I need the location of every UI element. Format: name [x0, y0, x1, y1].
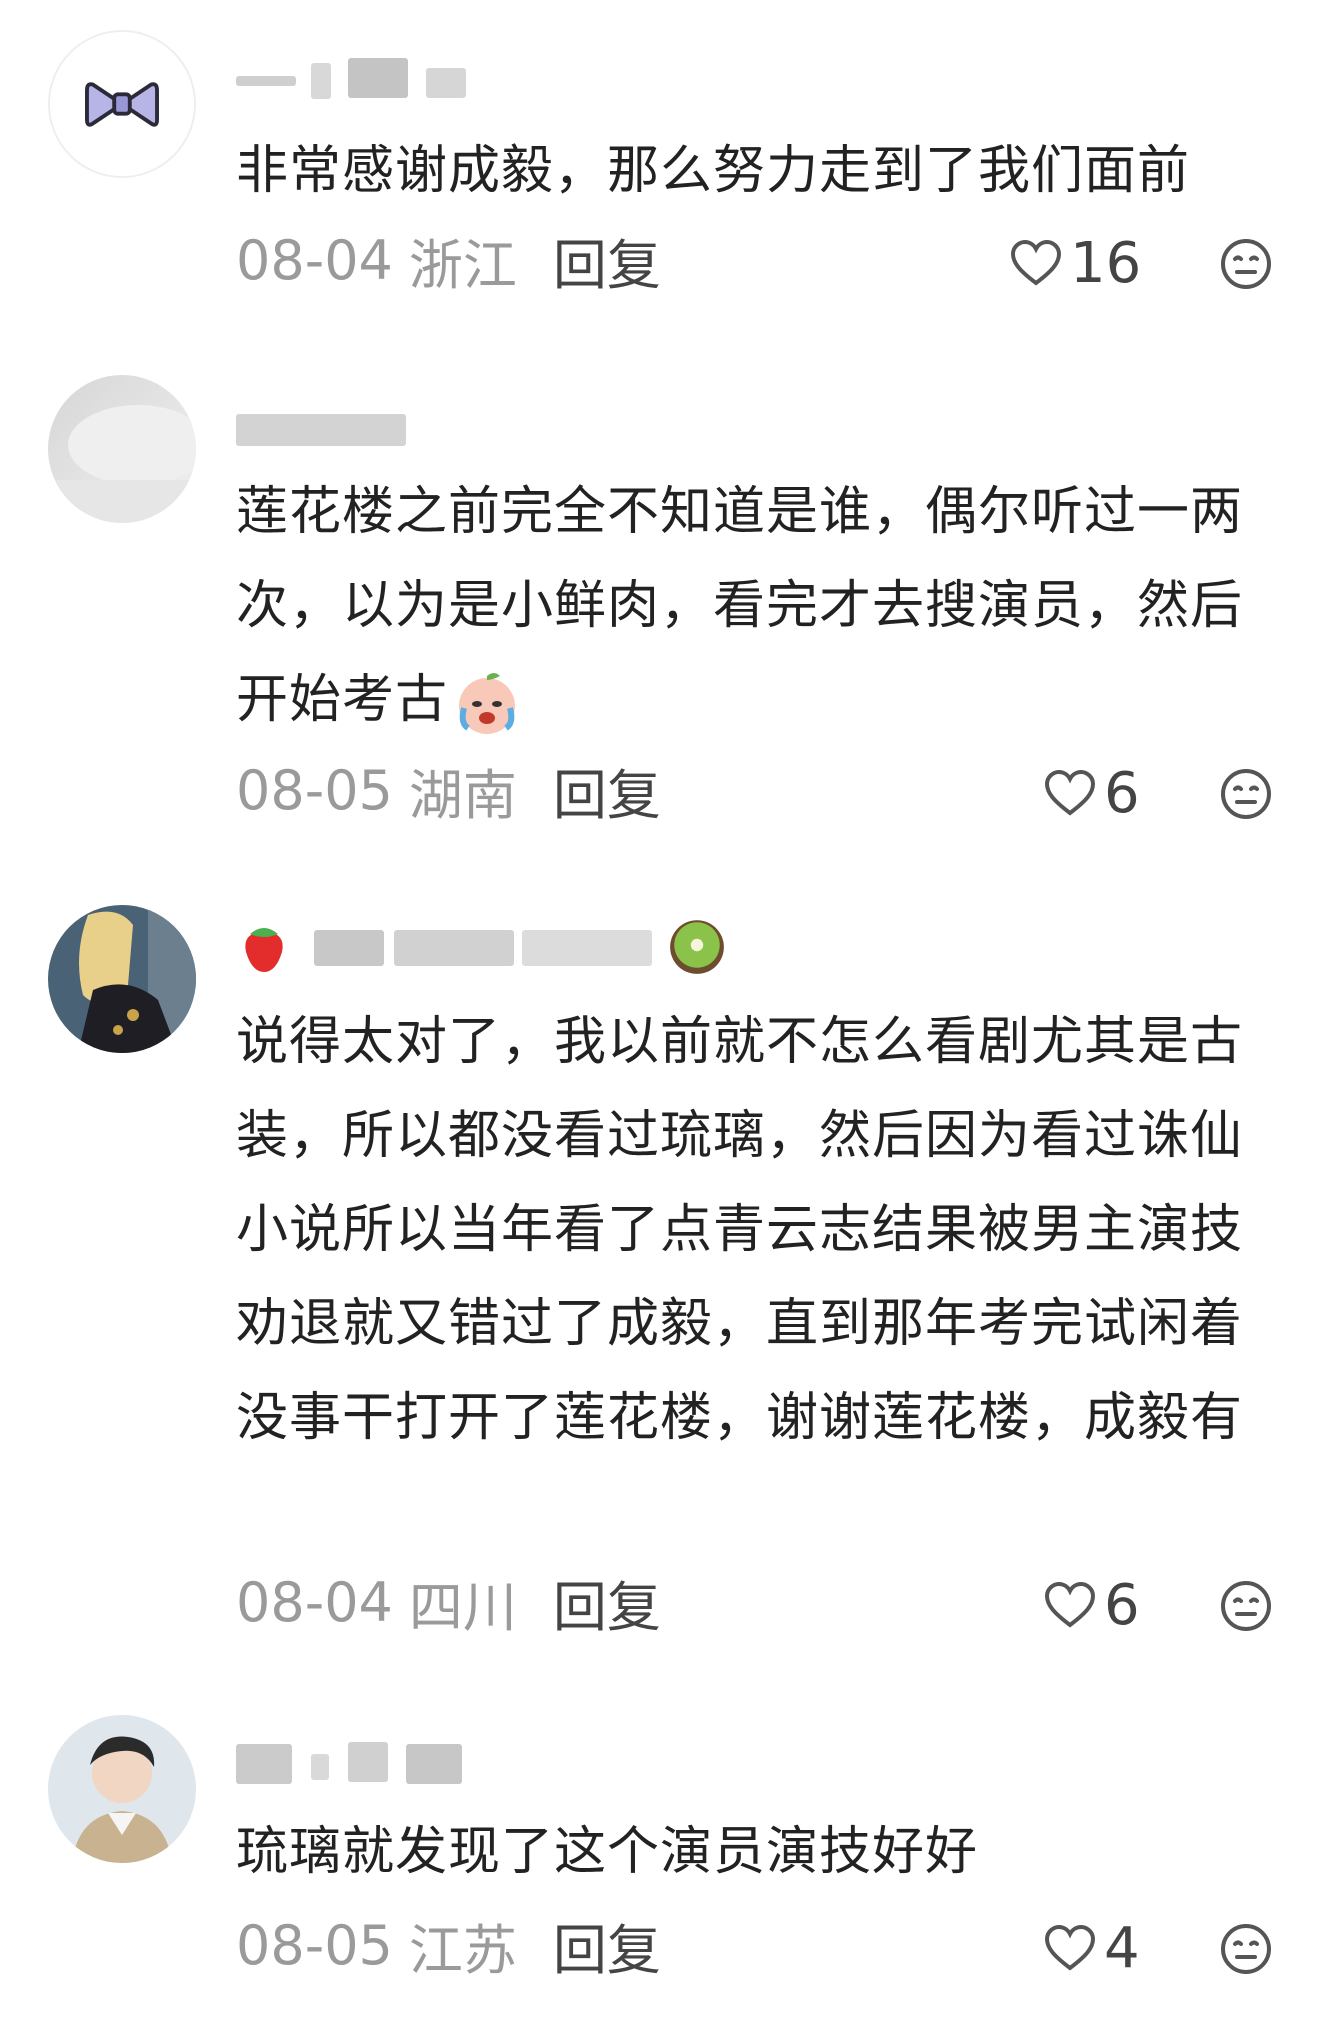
comment-text: 莲花楼之前完全不知道是谁，偶尔听过一两次，以为是小鲜肉，看完才去搜演员，然后开始…	[236, 465, 1286, 747]
neutral-face-icon[interactable]	[1220, 1580, 1272, 1632]
heart-outline-icon	[1044, 1581, 1096, 1628]
comment-meta: 08-04 四川 回复	[236, 1567, 661, 1639]
reply-button[interactable]: 回复	[553, 1906, 661, 1985]
like-count: 16	[1070, 230, 1142, 296]
comment-date: 08-05	[236, 1913, 393, 1977]
comment-date: 08-04	[236, 228, 393, 292]
like-button[interactable]: 4	[1044, 1913, 1140, 1983]
comment-region: 浙江	[408, 233, 517, 297]
comment-date: 08-04	[236, 1570, 393, 1634]
comment-meta: 08-05 江苏 回复	[236, 1910, 661, 1982]
young-man-photo	[48, 1715, 196, 1863]
comment-text-content: 莲花楼之前完全不知道是谁，偶尔听过一两次，以为是小鲜肉，看完才去搜演员，然后开始…	[236, 482, 1244, 730]
comment-text: 琉璃就发现了这个演员演技好好	[236, 1822, 979, 1882]
like-count: 4	[1104, 1915, 1140, 1981]
neutral-face-icon[interactable]	[1220, 238, 1272, 290]
like-button[interactable]: 6	[1044, 758, 1140, 828]
comment-region: 湖南	[408, 763, 517, 827]
comment-meta: 08-05 湖南 回复	[236, 755, 661, 827]
crying-peach-emoji	[452, 668, 522, 738]
neutral-face-icon[interactable]	[1220, 1923, 1272, 1975]
heart-outline-icon	[1044, 769, 1096, 816]
username-redacted[interactable]	[236, 918, 736, 974]
avatar[interactable]	[48, 30, 196, 178]
reply-button[interactable]: 回复	[553, 1563, 661, 1642]
bow-icon	[50, 32, 194, 176]
comment-date: 08-05	[236, 758, 393, 822]
like-button[interactable]: 16	[1010, 228, 1141, 298]
username-redacted[interactable]	[236, 58, 466, 104]
like-button[interactable]: 6	[1044, 1570, 1140, 1640]
heart-outline-icon	[1010, 239, 1062, 286]
like-count: 6	[1104, 1572, 1140, 1638]
strawberry-emoji	[245, 928, 283, 972]
comment-text: 说得太对了，我以前就不怎么看剧尤其是古装，所以都没看过琉璃，然后因为看过诛仙小说…	[236, 1012, 1244, 1448]
comment-meta: 08-04 浙江 回复	[236, 225, 661, 297]
comment-item: 非常感谢成毅，那么努力走到了我们面前 08-04 浙江 回复 16	[0, 0, 1320, 340]
comment-text: 非常感谢成毅，那么努力走到了我们面前	[236, 141, 1191, 201]
username-redacted[interactable]	[236, 1740, 466, 1786]
neutral-face-icon[interactable]	[1220, 768, 1272, 820]
comment-item: 琉璃就发现了这个演员演技好好 08-05 江苏 回复 4	[0, 1700, 1320, 2023]
reply-button[interactable]: 回复	[553, 751, 661, 830]
avatar[interactable]	[48, 905, 196, 1053]
comment-item: 说得太对了，我以前就不怎么看剧尤其是古装，所以都没看过琉璃，然后因为看过诛仙小说…	[0, 890, 1320, 1660]
like-count: 6	[1104, 760, 1140, 826]
blonde-person-photo	[48, 905, 196, 1053]
reply-button[interactable]: 回复	[553, 221, 661, 300]
heart-outline-icon	[1044, 1924, 1096, 1971]
comment-region: 江苏	[408, 1918, 517, 1982]
comment-region: 四川	[408, 1575, 517, 1639]
username-redacted[interactable]	[236, 406, 406, 452]
comment-item: 莲花楼之前完全不知道是谁，偶尔听过一两次，以为是小鲜肉，看完才去搜演员，然后开始…	[0, 360, 1320, 830]
avatar[interactable]	[48, 375, 196, 523]
kiwi-emoji	[670, 920, 724, 974]
avatar[interactable]	[48, 1715, 196, 1863]
cloud-photo	[48, 375, 196, 523]
